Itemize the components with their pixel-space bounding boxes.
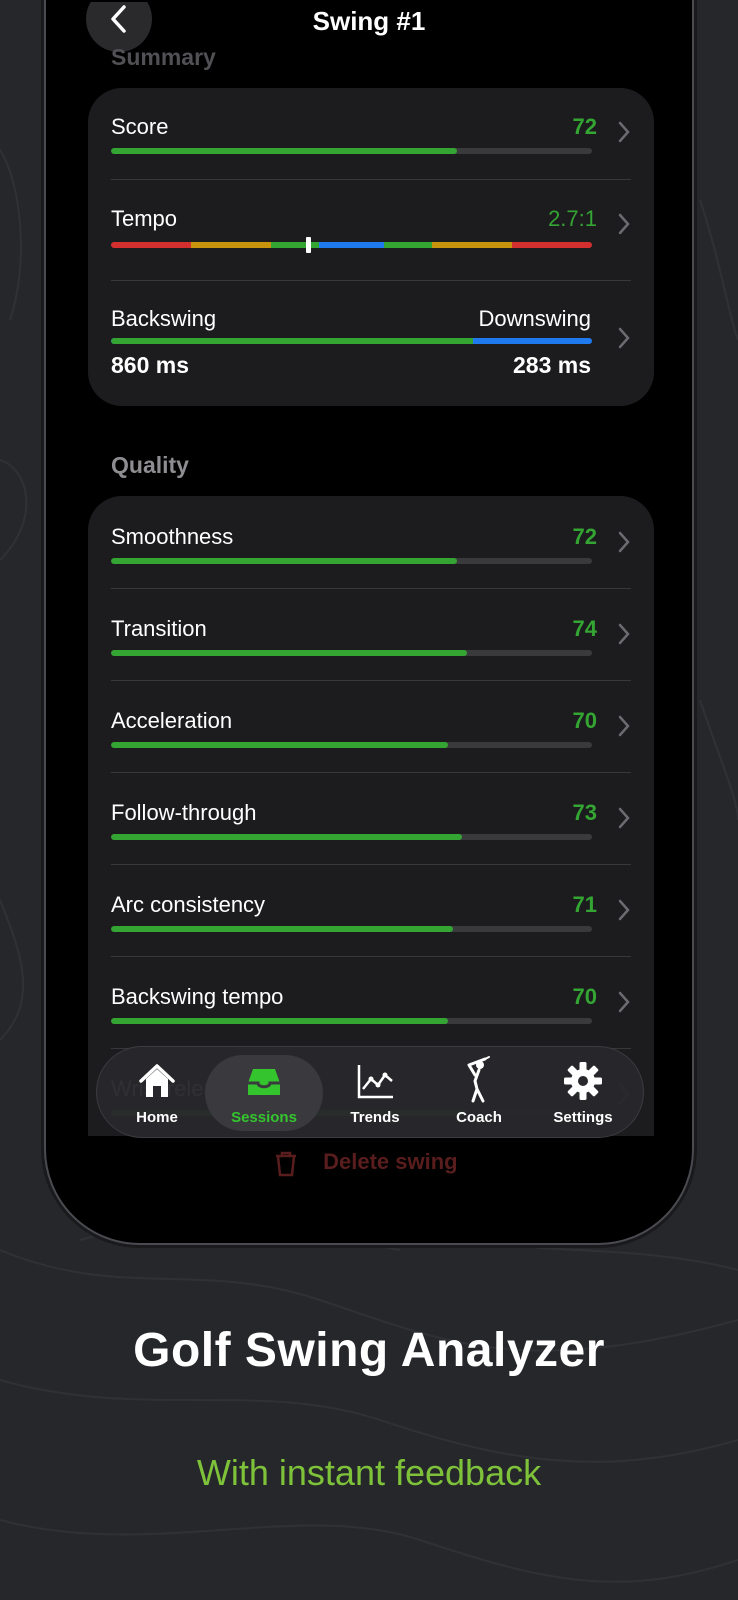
- quality-row-bar-fill: [111, 1018, 448, 1024]
- quality-row-value: 73: [572, 800, 597, 825]
- phase-split-bar: [111, 338, 592, 344]
- divider: [111, 680, 631, 681]
- chevron-right-icon: [618, 899, 630, 921]
- home-icon: [139, 1064, 175, 1097]
- quality-row[interactable]: Transition 74: [111, 616, 631, 666]
- nav-bar: Swing #1: [46, 2, 692, 52]
- score-bar-fill: [111, 148, 457, 154]
- tempo-segment-green: [384, 242, 432, 248]
- page-title: Swing #1: [312, 6, 426, 36]
- tab-home[interactable]: Home: [105, 1055, 209, 1131]
- quality-section-label: Quality: [111, 452, 189, 478]
- chevron-right-icon: [618, 715, 630, 737]
- summary-section-label: Summary: [111, 44, 216, 70]
- quality-row-bar-fill: [111, 650, 467, 656]
- backswing-label: Backswing: [111, 306, 217, 331]
- tab-settings[interactable]: Settings: [531, 1055, 635, 1131]
- divider: [111, 588, 631, 589]
- quality-row[interactable]: Follow-through 73: [111, 800, 631, 850]
- tempo-segment-amber: [191, 242, 271, 248]
- phone-frame: Swing #1 Summary Score 72 Tempo 2.7:1 Ba…: [44, 0, 694, 1245]
- quality-row-label: Follow-through: [111, 800, 257, 825]
- quality-row-bar: [111, 926, 592, 932]
- quality-row-label: Smoothness: [111, 524, 234, 549]
- tab-trends-label: Trends: [350, 1109, 400, 1126]
- chevron-right-icon: [618, 121, 630, 143]
- quality-row-label: Acceleration: [111, 708, 233, 733]
- chevron-right-icon: [618, 327, 630, 349]
- score-value: 72: [572, 114, 597, 139]
- quality-row-value: 70: [572, 984, 597, 1009]
- quality-row-bar-fill: [111, 926, 453, 932]
- quality-row-bar: [111, 742, 592, 748]
- quality-row-bar-fill: [111, 558, 457, 564]
- quality-row[interactable]: Backswing tempo 70: [111, 984, 631, 1034]
- divider: [111, 179, 631, 180]
- tempo-value: 2.7:1: [548, 206, 597, 231]
- tab-settings-label: Settings: [553, 1109, 613, 1126]
- chevron-right-icon: [618, 623, 630, 645]
- quality-row-label: Backswing tempo: [111, 984, 284, 1009]
- quality-row-label: Transition: [111, 616, 207, 641]
- divider: [111, 772, 631, 773]
- backswing-value: 860 ms: [111, 352, 190, 378]
- score-row[interactable]: Score 72: [111, 114, 631, 164]
- tempo-segment-green: [271, 242, 319, 248]
- trends-chart-icon: [357, 1065, 393, 1099]
- divider: [111, 280, 631, 281]
- quality-row-bar: [111, 650, 592, 656]
- quality-row[interactable]: Acceleration 70: [111, 708, 631, 758]
- quality-row-value: 70: [572, 708, 597, 733]
- coach-golfer-icon: [467, 1056, 490, 1103]
- tempo-label: Tempo: [111, 206, 178, 231]
- quality-row-value: 72: [572, 524, 597, 549]
- marketing-subline: With instant feedback: [196, 1452, 542, 1493]
- tab-sessions[interactable]: Sessions: [205, 1055, 323, 1131]
- tab-bar: Home Sessions Trends Coach Settings: [96, 1046, 644, 1138]
- quality-row-bar: [111, 834, 592, 840]
- tempo-segment-amber: [432, 242, 512, 248]
- quality-row-bar: [111, 558, 592, 564]
- tab-sessions-label: Sessions: [231, 1109, 297, 1126]
- app-screen: Swing #1 Summary Score 72 Tempo 2.7:1 Ba…: [46, 2, 692, 1184]
- tab-coach-label: Coach: [456, 1109, 502, 1126]
- tempo-segment-red: [512, 242, 592, 248]
- marketing-headline: Golf Swing Analyzer: [133, 1324, 605, 1377]
- downswing-label: Downswing: [478, 306, 592, 331]
- delete-swing-label: Delete swing: [323, 1148, 458, 1174]
- quality-row[interactable]: Smoothness 72: [111, 524, 631, 574]
- divider: [111, 956, 631, 957]
- tab-coach[interactable]: Coach: [427, 1055, 531, 1131]
- tempo-scale-bar: [111, 242, 592, 248]
- summary-card: Score 72 Tempo 2.7:1 Backswing Downswing…: [88, 88, 654, 406]
- divider: [111, 864, 631, 865]
- quality-row-label: Arc consistency: [111, 892, 266, 917]
- chevron-right-icon: [618, 807, 630, 829]
- trash-icon: [276, 1151, 296, 1177]
- chevron-right-icon: [618, 991, 630, 1013]
- tab-trends[interactable]: Trends: [323, 1055, 427, 1131]
- settings-gear-icon: [564, 1062, 602, 1100]
- tempo-segment-red: [111, 242, 191, 248]
- chevron-right-icon: [618, 531, 630, 553]
- tab-home-label: Home: [136, 1109, 178, 1126]
- tempo-row[interactable]: Tempo 2.7:1: [111, 206, 631, 256]
- score-bar: [111, 148, 592, 154]
- quality-card: Smoothness 72 Transition 74 Acceleration 70 Fo…: [88, 496, 654, 1136]
- quality-row-bar-fill: [111, 834, 462, 840]
- score-label: Score: [111, 114, 169, 139]
- downswing-value: 283 ms: [512, 352, 591, 378]
- sessions-tray-icon: [248, 1069, 280, 1095]
- quality-row-bar: [111, 1018, 592, 1024]
- backswing-fill: [111, 338, 473, 344]
- quality-row[interactable]: Arc consistency 71: [111, 892, 631, 942]
- delete-swing-button[interactable]: Delete swing: [271, 1148, 458, 1178]
- tempo-segment-blue: [319, 242, 384, 248]
- phases-row[interactable]: Backswing Downswing 860 ms 283 ms: [111, 306, 631, 386]
- chevron-right-icon: [618, 213, 630, 235]
- tempo-marker: [306, 237, 311, 253]
- quality-row-value: 74: [572, 616, 597, 641]
- quality-row-bar-fill: [111, 742, 448, 748]
- quality-row-value: 71: [572, 892, 597, 917]
